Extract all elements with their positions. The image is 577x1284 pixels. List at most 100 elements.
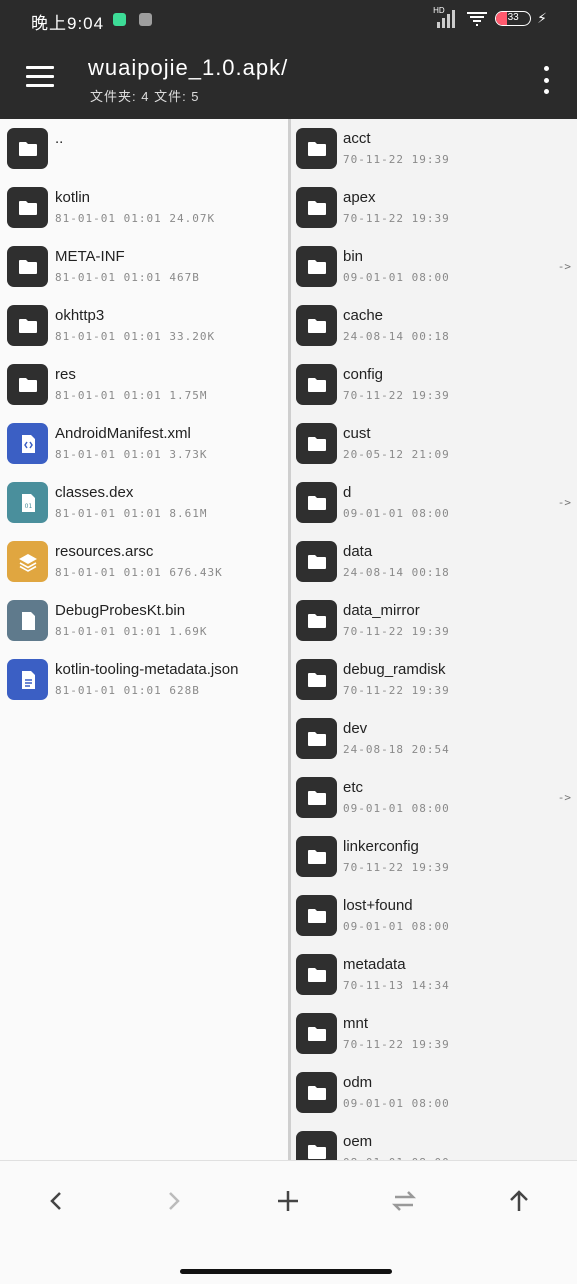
item-name: debug_ramdisk <box>343 661 446 678</box>
item-meta: 70-11-22 19:39 <box>343 389 450 402</box>
back-icon <box>50 1192 61 1210</box>
list-item[interactable]: config 70-11-22 19:39 <box>291 355 577 414</box>
list-item[interactable]: kotlin 81-01-01 01:01 24.07K <box>0 178 288 237</box>
folder-icon <box>296 718 337 759</box>
item-meta: 09-01-01 08:00 <box>343 1097 450 1110</box>
item-name: .. <box>55 130 64 147</box>
list-item[interactable]: debug_ramdisk 70-11-22 19:39 <box>291 650 577 709</box>
folder-icon <box>296 1131 337 1160</box>
list-item[interactable]: META-INF 81-01-01 01:01 467B <box>0 237 288 296</box>
item-meta: 81-01-01 01:01 467B <box>55 271 200 284</box>
bin-file-icon <box>7 600 48 641</box>
folder-icon <box>7 187 48 228</box>
folder-icon <box>296 659 337 700</box>
item-meta: 70-11-22 19:39 <box>343 861 450 874</box>
dex-file-icon: 01 <box>7 482 48 523</box>
add-icon <box>278 1191 298 1211</box>
item-name: metadata <box>343 956 406 973</box>
item-meta: 09-01-01 08:00 <box>343 920 450 933</box>
item-meta: 81-01-01 01:01 8.61M <box>55 507 208 520</box>
list-item[interactable]: .. <box>0 119 288 178</box>
status-time: 晚上9:04 <box>31 14 105 33</box>
folder-file-count: 文件夹: 4 文件: 5 <box>90 89 200 104</box>
list-item[interactable]: cust 20-05-12 21:09 <box>291 414 577 473</box>
signal-icon: HD <box>433 6 459 28</box>
folder-icon <box>296 246 337 287</box>
swap-icon <box>391 1191 417 1211</box>
forward-button[interactable] <box>153 1183 193 1219</box>
list-item[interactable]: metadata 70-11-13 14:34 <box>291 945 577 1004</box>
list-item[interactable]: bin 09-01-01 08:00 -> <box>291 237 577 296</box>
list-item[interactable]: cache 24-08-14 00:18 <box>291 296 577 355</box>
xml-file-icon <box>7 423 48 464</box>
battery-icon: 33 <box>495 10 532 26</box>
folder-icon <box>296 482 337 523</box>
list-item[interactable]: dev 24-08-18 20:54 <box>291 709 577 768</box>
item-meta: 81-01-01 01:01 24.07K <box>55 212 216 225</box>
right-file-list[interactable]: acct 70-11-22 19:39 apex 70-11-22 19:39 bin 0… <box>291 119 577 1160</box>
item-name: cust <box>343 425 371 442</box>
list-item[interactable]: apex 70-11-22 19:39 <box>291 178 577 237</box>
add-button[interactable] <box>268 1183 308 1219</box>
item-name: linkerconfig <box>343 838 419 855</box>
item-name: META-INF <box>55 248 125 265</box>
app-bar: wuaipojie_1.0.apk/ 文件夹: 4 文件: 5 <box>0 40 577 119</box>
item-name: dev <box>343 720 368 737</box>
item-name: data <box>343 543 373 560</box>
list-item[interactable]: resources.arsc 81-01-01 01:01 676.43K <box>0 532 288 591</box>
folder-icon <box>7 246 48 287</box>
list-item[interactable]: odm 09-01-01 08:00 <box>291 1063 577 1122</box>
item-meta: 24-08-18 20:54 <box>343 743 450 756</box>
folder-icon <box>296 305 337 346</box>
notification-tiktok-icon <box>139 13 152 26</box>
list-item[interactable]: okhttp3 81-01-01 01:01 33.20K <box>0 296 288 355</box>
back-button[interactable] <box>37 1183 77 1219</box>
folder-icon <box>7 364 48 405</box>
battery-level: 33 <box>507 11 519 23</box>
folder-icon <box>7 305 48 346</box>
list-item[interactable]: oem08-01-01 08:00 <box>291 1122 577 1160</box>
menu-icon[interactable] <box>26 66 56 90</box>
item-name: kotlin-tooling-metadata.json <box>55 661 239 678</box>
item-meta: 70-11-13 14:34 <box>343 979 450 992</box>
home-indicator[interactable] <box>180 1269 392 1274</box>
item-name: classes.dex <box>55 484 134 501</box>
folder-icon <box>296 836 337 877</box>
list-item[interactable]: kotlin-tooling-metadata.json 81-01-01 01:… <box>0 650 288 709</box>
up-directory-button[interactable] <box>499 1183 539 1219</box>
list-item[interactable]: data_mirror 70-11-22 19:39 <box>291 591 577 650</box>
folder-icon <box>296 895 337 936</box>
item-meta: 81-01-01 01:01 1.75M <box>55 389 208 402</box>
folder-icon <box>296 1072 337 1113</box>
list-item[interactable]: lost+found 09-01-01 08:00 <box>291 886 577 945</box>
more-options-icon[interactable] <box>541 66 551 94</box>
folder-icon <box>296 1013 337 1054</box>
list-item[interactable]: mnt 70-11-22 19:39 <box>291 1004 577 1063</box>
current-path: wuaipojie_1.0.apk/ <box>88 55 289 80</box>
item-meta: 70-11-22 19:39 <box>343 684 450 697</box>
list-item[interactable]: acct 70-11-22 19:39 <box>291 119 577 178</box>
list-item[interactable]: DebugProbesKt.bin 81-01-01 01:01 1.69K <box>0 591 288 650</box>
list-item[interactable]: d 09-01-01 08:00 -> <box>291 473 577 532</box>
list-item[interactable]: 01 classes.dex 81-01-01 01:01 8.61M <box>0 473 288 532</box>
item-meta: 20-05-12 21:09 <box>343 448 450 461</box>
folder-icon <box>296 423 337 464</box>
list-item[interactable]: AndroidManifest.xml 81-01-01 01:01 3.73K <box>0 414 288 473</box>
list-item[interactable]: res 81-01-01 01:01 1.75M <box>0 355 288 414</box>
list-item[interactable]: data 24-08-14 00:18 <box>291 532 577 591</box>
symlink-indicator: -> <box>557 791 571 804</box>
item-name: DebugProbesKt.bin <box>55 602 186 619</box>
left-file-list[interactable]: .. kotlin 81-01-01 01:01 24.07K META-INF 81-… <box>0 119 288 1160</box>
item-meta: 09-01-01 08:00 <box>343 802 450 815</box>
list-item[interactable]: etc 09-01-01 08:00 -> <box>291 768 577 827</box>
list-item[interactable]: linkerconfig 70-11-22 19:39 <box>291 827 577 886</box>
swap-panes-button[interactable] <box>384 1183 424 1219</box>
item-name: okhttp3 <box>55 307 105 324</box>
folder-icon <box>7 128 48 169</box>
svg-text:01: 01 <box>24 503 32 510</box>
item-name: etc <box>343 779 364 796</box>
item-meta: 81-01-01 01:01 628B <box>55 684 200 697</box>
item-meta: 81-01-01 01:01 1.69K <box>55 625 208 638</box>
item-meta: 24-08-14 00:18 <box>343 330 450 343</box>
charging-icon: ⚡ <box>537 9 547 26</box>
